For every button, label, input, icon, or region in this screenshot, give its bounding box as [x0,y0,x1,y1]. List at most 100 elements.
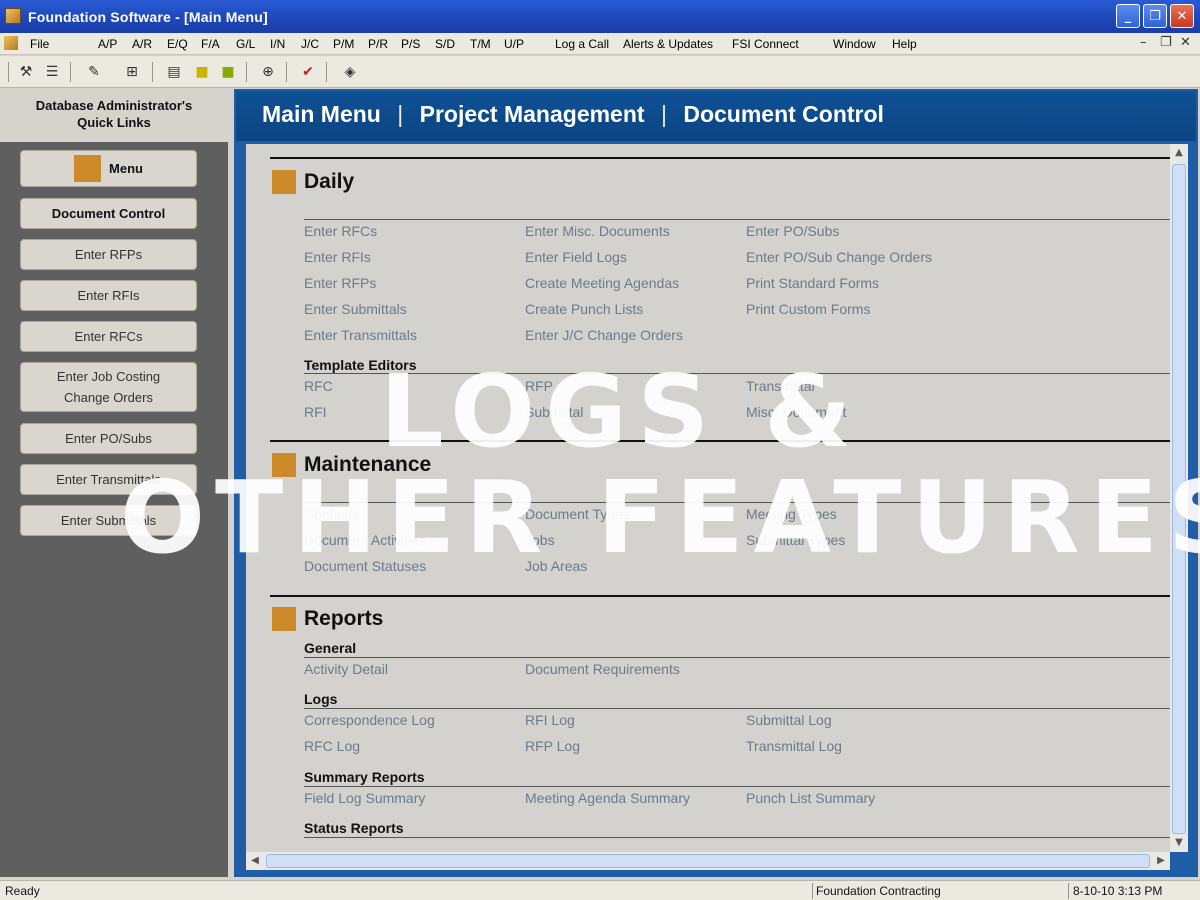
link-create-punch-lists[interactable]: Create Punch Lists [525,301,643,317]
maintenance-section-title: Maintenance [304,453,432,476]
menu-help[interactable]: Help [892,37,917,51]
link-enter-rfis[interactable]: Enter RFIs [304,249,371,265]
menu-fa[interactable]: F/A [201,37,220,51]
link-submittal-log[interactable]: Submittal Log [746,712,832,728]
menu-gl[interactable]: G/L [236,37,255,51]
link-transmittal-log[interactable]: Transmittal Log [746,738,842,754]
main-content [246,144,1170,852]
link-meeting-types[interactable]: Meeting Types [746,506,837,522]
menu-ps[interactable]: P/S [401,37,420,51]
link-enter-submittals[interactable]: Enter Submittals [304,301,407,317]
breadcrumb-project-management[interactable]: Project Management [420,101,645,127]
mdi-restore-button[interactable]: ❐ [1160,35,1172,50]
menu-tm[interactable]: T/M [470,37,491,51]
link-punch-list-summary[interactable]: Punch List Summary [746,790,875,806]
link-meeting-agenda-summary[interactable]: Meeting Agenda Summary [525,790,690,806]
link-document-activities[interactable]: Document Activities [304,532,426,548]
link-job-areas[interactable]: Job Areas [525,558,587,574]
hammer-icon[interactable]: ⚒ [16,62,36,82]
mdi-close-button[interactable]: ✕ [1180,35,1191,50]
enter-rfcs-button[interactable]: Enter RFCs [20,321,197,352]
document-icon[interactable] [4,36,18,50]
menu-ap[interactable]: A/P [98,37,117,51]
link-template-rfp[interactable]: RFP [525,378,553,394]
menu-alerts-updates[interactable]: Alerts & Updates [623,37,713,51]
menu-up[interactable]: U/P [504,37,524,51]
link-enter-jc-change-orders[interactable]: Enter J/C Change Orders [525,327,683,343]
menu-pm[interactable]: P/M [333,37,354,51]
link-document-statuses[interactable]: Document Statuses [304,558,426,574]
signal-icon[interactable]: ◈ [340,62,360,82]
link-activity-detail[interactable]: Activity Detail [304,661,388,677]
link-document-requirements[interactable]: Document Requirements [525,661,680,677]
link-create-meeting-agendas[interactable]: Create Meeting Agendas [525,275,679,291]
link-correspondence-log[interactable]: Correspondence Log [304,712,435,728]
restore-button[interactable]: ❐ [1143,4,1167,28]
list-icon[interactable]: ☰ [42,62,62,82]
section-square-icon [272,170,296,194]
target-icon[interactable]: ⊕ [258,62,278,82]
toolbar-separator [8,62,9,82]
vertical-scrollbar[interactable]: ▲ ▼ [1170,144,1188,852]
link-print-standard-forms[interactable]: Print Standard Forms [746,275,879,291]
menu-file[interactable]: File [30,37,49,51]
link-template-submittal[interactable]: Submittal [525,404,583,420]
link-document-types[interactable]: Document Types [525,506,630,522]
menu-pr[interactable]: P/R [368,37,388,51]
tree-icon[interactable]: ⊞ [122,62,142,82]
scroll-right-icon[interactable]: ▶ [1152,852,1170,870]
scroll-down-icon[interactable]: ▼ [1170,834,1188,852]
document-control-button[interactable]: Document Control [20,198,197,229]
notes-icon[interactable]: ■ [218,62,238,82]
link-template-misc-document[interactable]: Misc. Document [746,404,846,420]
horizontal-scrollbar[interactable]: ◀ ▶ [246,852,1170,870]
link-template-rfi[interactable]: RFI [304,404,327,420]
close-button[interactable]: ✕ [1170,4,1194,28]
link-enter-po-subs[interactable]: Enter PO/Subs [746,223,839,239]
scroll-left-icon[interactable]: ◀ [246,852,264,870]
pin-icon[interactable]: ✎ [84,62,104,82]
vertical-scroll-thumb[interactable] [1172,164,1186,834]
menu-button[interactable]: Menu [20,150,197,187]
link-contacts[interactable]: Contacts [304,506,359,522]
link-enter-transmittals[interactable]: Enter Transmittals [304,327,417,343]
link-rfp-log[interactable]: RFP Log [525,738,580,754]
horizontal-scroll-thumb[interactable] [266,854,1150,868]
link-template-transmittal[interactable]: Transmittal [746,378,815,394]
link-rfc-log[interactable]: RFC Log [304,738,360,754]
link-enter-field-logs[interactable]: Enter Field Logs [525,249,627,265]
link-rfi-log[interactable]: RFI Log [525,712,575,728]
menu-log-a-call[interactable]: Log a Call [555,37,609,51]
link-print-custom-forms[interactable]: Print Custom Forms [746,301,870,317]
breadcrumb-main-menu[interactable]: Main Menu [262,101,381,127]
menu-jc[interactable]: J/C [301,37,319,51]
enter-transmittals-button[interactable]: Enter Transmittals [20,464,197,495]
check-icon[interactable]: ✔ [298,62,318,82]
scroll-up-icon[interactable]: ▲ [1170,144,1188,162]
enter-job-costing-change-orders-button[interactable]: Enter Job Costing Change Orders [20,362,197,412]
menu-sd[interactable]: S/D [435,37,455,51]
link-submittal-types[interactable]: Submittal Types [746,532,845,548]
menu-eq[interactable]: E/Q [167,37,188,51]
enter-rfis-button[interactable]: Enter RFIs [20,280,197,311]
menu-fsi-connect[interactable]: FSI Connect [732,37,799,51]
title-bar: Foundation Software - [Main Menu] _ ❐ ✕ [0,0,1200,33]
link-enter-misc-documents[interactable]: Enter Misc. Documents [525,223,670,239]
quick-links-heading-line2: Quick Links [77,115,151,130]
link-enter-po-sub-change-orders[interactable]: Enter PO/Sub Change Orders [746,249,932,265]
enter-rfps-button[interactable]: Enter RFPs [20,239,197,270]
menu-window[interactable]: Window [833,37,876,51]
enter-submittals-button[interactable]: Enter Submittals [20,505,197,536]
mdi-minimize-button[interactable]: – [1140,35,1147,50]
link-enter-rfcs[interactable]: Enter RFCs [304,223,377,239]
link-jobs[interactable]: Jobs [525,532,555,548]
menu-ar[interactable]: A/R [132,37,152,51]
doc-icon[interactable]: ▤ [164,62,184,82]
note-icon[interactable]: ■ [192,62,212,82]
minimize-button[interactable]: _ [1116,4,1140,28]
link-template-rfc[interactable]: RFC [304,378,333,394]
menu-in[interactable]: I/N [270,37,285,51]
enter-po-subs-button[interactable]: Enter PO/Subs [20,423,197,454]
link-enter-rfps[interactable]: Enter RFPs [304,275,376,291]
link-field-log-summary[interactable]: Field Log Summary [304,790,425,806]
